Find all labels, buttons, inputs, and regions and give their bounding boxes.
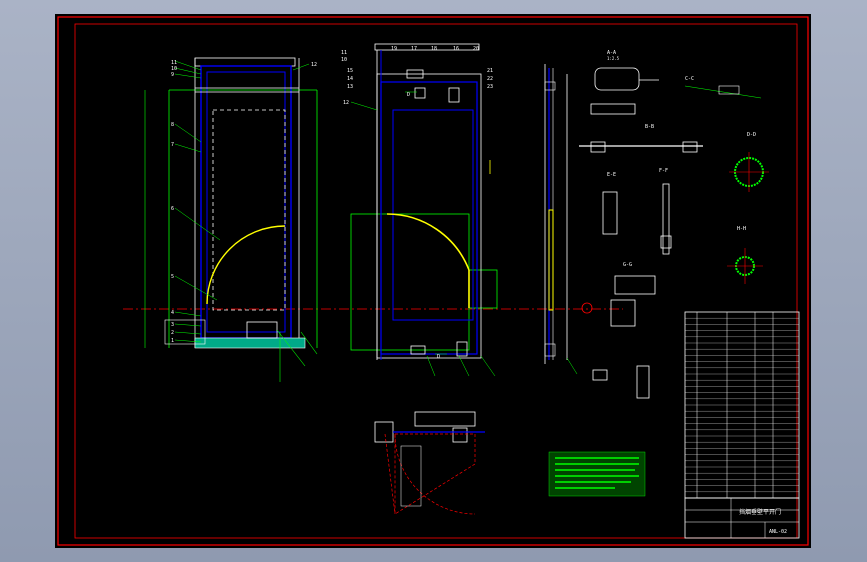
drawing-number: ANL-02 (769, 529, 787, 535)
plan-bracket (374, 421, 394, 443)
balloon-label: 23 (487, 84, 493, 90)
plan-view (374, 411, 485, 515)
section-mark: D (407, 92, 410, 98)
door-panel-inner (206, 71, 286, 333)
leader-line (566, 357, 578, 375)
balloon-label: 15 (347, 68, 353, 74)
balloon-label: 3 (171, 322, 174, 328)
balloon-label: 10 (341, 57, 347, 63)
swing-envelope (384, 433, 396, 515)
swing-arc (386, 213, 470, 271)
balloon-label: 19 (391, 46, 397, 52)
leader-line (174, 331, 202, 335)
balloon-label: 9 (171, 72, 174, 78)
plan-post (400, 445, 422, 507)
section-e-profile (602, 191, 618, 235)
door-leaf (380, 81, 478, 355)
section-mark: D (437, 354, 440, 360)
swing-arc (206, 225, 286, 305)
section-label: E-E (607, 172, 616, 178)
parts-list-rows (685, 318, 799, 499)
section-f-fitting (660, 235, 672, 249)
balloon-label: 1 (171, 338, 174, 344)
section-label: H-H (737, 226, 746, 232)
leader-line (174, 323, 202, 327)
drawing-title: 挡烟垂壁平开门 (739, 508, 781, 516)
outer-frame (57, 16, 809, 546)
centerline-marker (581, 302, 593, 314)
pivot-block (448, 87, 460, 103)
parts-list (684, 311, 800, 499)
plan-rail (414, 411, 476, 427)
section-label: F-F (659, 168, 668, 174)
leader-line (174, 143, 202, 153)
leader-line (174, 311, 202, 317)
hidden-glass-outline (212, 109, 286, 311)
balloon-label: 2 (171, 330, 174, 336)
section-label: C-C (685, 76, 694, 82)
balloon-label: 20 (473, 46, 479, 52)
section-scale: 1:2.5 (607, 56, 620, 61)
cad-drawing: 11 10 9 8 7 6 5 4 3 2 1 12 D D 11 10 15 … (57, 16, 809, 546)
balloon-label: 12 (343, 100, 349, 106)
lock-box (246, 321, 278, 339)
technical-notes (548, 451, 646, 497)
bottom-sill (194, 337, 306, 349)
leader-line (426, 355, 436, 377)
side-view: D D 11 10 15 14 13 19 17 18 16 20 21 22 … (341, 43, 498, 377)
balloon-label: 13 (347, 84, 353, 90)
balloon-label: 8 (171, 122, 174, 128)
door-panel-outer (200, 65, 292, 339)
section-a-profile (594, 67, 640, 91)
detail-part (636, 365, 650, 399)
section-label: D-D (747, 132, 756, 138)
detail-part (592, 369, 608, 381)
balloon-label: 18 (431, 46, 437, 52)
section-label: B-B (645, 124, 654, 130)
balloon-label: 6 (171, 206, 174, 212)
fitting (544, 81, 556, 91)
detail-leader (684, 85, 762, 99)
section-g-profile (614, 275, 656, 295)
main-front-view: 11 10 9 8 7 6 5 4 3 2 1 12 (144, 57, 318, 382)
plan-bracket (452, 427, 468, 443)
leader-line (480, 355, 496, 377)
section-f-profile (662, 183, 670, 255)
fitting (544, 343, 556, 357)
balloon-label: 11 (341, 50, 347, 56)
section-b-fitting (590, 141, 606, 153)
cad-viewport: 11 10 9 8 7 6 5 4 3 2 1 12 D D 11 10 15 … (0, 0, 867, 562)
section-label: G-G (623, 262, 632, 268)
balloon-label: 14 (347, 76, 353, 82)
balloon-label: 21 (487, 68, 493, 74)
leader-line (458, 355, 470, 377)
balloon-label: 7 (171, 142, 174, 148)
section-g-profile (610, 299, 636, 327)
drawing-sheet[interactable]: 11 10 9 8 7 6 5 4 3 2 1 12 D D 11 10 15 … (55, 14, 811, 548)
leader-line (174, 73, 202, 79)
balloon-label: 16 (453, 46, 459, 52)
vertical-section (544, 64, 593, 375)
title-block: 挡烟垂壁平开门 ANL-02 (684, 497, 800, 539)
section-b-fitting (682, 141, 698, 153)
balloon-label: 22 (487, 76, 493, 82)
outline-rect (350, 213, 470, 351)
leader-line (350, 101, 378, 111)
top-frame (194, 57, 296, 67)
section-a-profile (590, 103, 636, 115)
balloon-label: 4 (171, 310, 174, 316)
balloon-label: 5 (171, 274, 174, 280)
leader-line (174, 123, 202, 143)
balloon-label: 17 (411, 46, 417, 52)
balloon-label: 12 (311, 62, 317, 68)
pivot-block (414, 87, 426, 99)
section-details: A-A 1:2.5 B-B C-C D-D E-E F-F H-H G-G (579, 50, 769, 399)
